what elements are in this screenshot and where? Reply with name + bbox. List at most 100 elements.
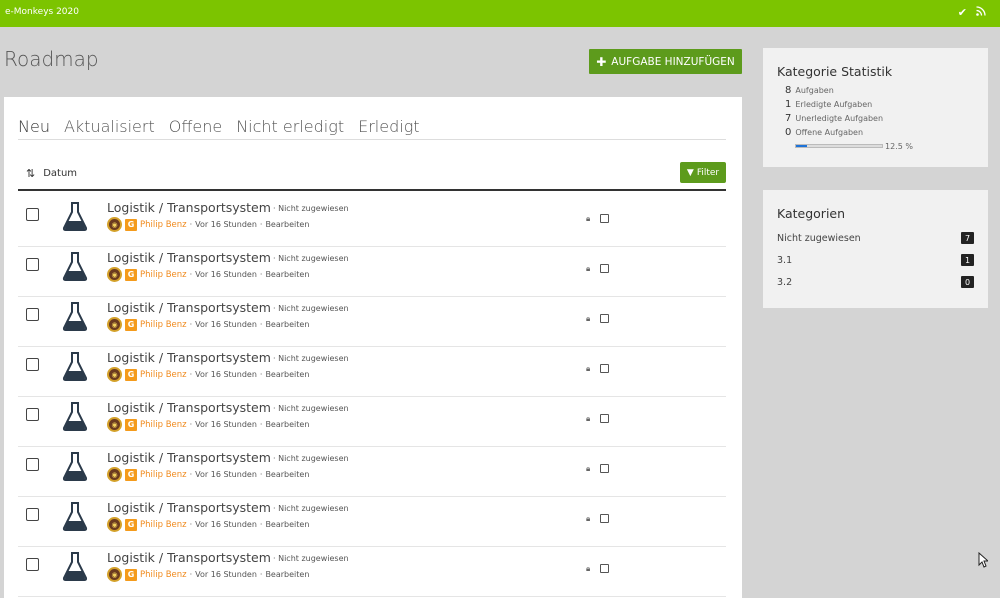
- assignment-text: Nicht zugewiesen: [278, 454, 349, 463]
- owl-badge-icon: ◉: [107, 367, 122, 382]
- task-user[interactable]: Philip Benz: [140, 470, 187, 480]
- task-user[interactable]: Philip Benz: [140, 420, 187, 430]
- task-checkbox[interactable]: [26, 258, 39, 271]
- separator-dot: ·: [189, 520, 193, 529]
- task-row[interactable]: Logistik / Transportsystem · Nicht zugewi…: [18, 497, 726, 547]
- lock-icon[interactable]: 🔒︎: [586, 214, 590, 224]
- lock-icon[interactable]: 🔒︎: [586, 564, 590, 574]
- task-checkbox[interactable]: [26, 408, 39, 421]
- owl-badge-icon: ◉: [107, 217, 122, 232]
- task-checkbox[interactable]: [26, 508, 39, 521]
- task-title[interactable]: Logistik / Transportsystem: [107, 250, 271, 265]
- task-row[interactable]: Logistik / Transportsystem · Nicht zugewi…: [18, 197, 726, 247]
- lock-icon[interactable]: 🔒︎: [586, 514, 590, 524]
- select-square-icon[interactable]: [600, 264, 609, 273]
- task-user[interactable]: Philip Benz: [140, 220, 187, 230]
- task-row[interactable]: Logistik / Transportsystem · Nicht zugewi…: [18, 397, 726, 447]
- task-title[interactable]: Logistik / Transportsystem: [107, 500, 271, 515]
- tab-aktualisiert[interactable]: Aktualisiert: [64, 117, 155, 136]
- select-square-icon[interactable]: [600, 414, 609, 423]
- task-row[interactable]: Logistik / Transportsystem · Nicht zugewi…: [18, 447, 726, 497]
- stat-value: 1: [785, 99, 792, 110]
- select-square-icon[interactable]: [600, 564, 609, 573]
- select-square-icon[interactable]: [600, 364, 609, 373]
- task-user[interactable]: Philip Benz: [140, 570, 187, 580]
- task-title[interactable]: Logistik / Transportsystem: [107, 400, 271, 415]
- flask-icon: [62, 401, 88, 431]
- task-title[interactable]: Logistik / Transportsystem: [107, 350, 271, 365]
- task-title[interactable]: Logistik / Transportsystem: [107, 450, 271, 465]
- task-user[interactable]: Philip Benz: [140, 270, 187, 280]
- task-user[interactable]: Philip Benz: [140, 320, 187, 330]
- check-icon[interactable]: ✔: [958, 6, 967, 19]
- task-checkbox[interactable]: [26, 208, 39, 221]
- tab-offene[interactable]: Offene: [169, 117, 222, 136]
- category-item[interactable]: 3.2 0: [777, 276, 974, 288]
- rss-icon[interactable]: [976, 6, 986, 19]
- lock-icon[interactable]: 🔒︎: [586, 364, 590, 374]
- task-meta: ◉ G Philip Benz · Vor 16 Stunden · Bearbeiten: [107, 417, 309, 432]
- stat-value: 8: [785, 85, 792, 96]
- flask-icon: [62, 251, 88, 281]
- task-title[interactable]: Logistik / Transportsystem: [107, 550, 271, 565]
- filter-button[interactable]: ▼ Filter: [680, 162, 726, 183]
- edit-link[interactable]: Bearbeiten: [265, 570, 309, 579]
- tab-neu[interactable]: Neu: [18, 117, 50, 136]
- select-square-icon[interactable]: [600, 214, 609, 223]
- category-item[interactable]: Nicht zugewiesen 7: [777, 232, 974, 244]
- select-square-icon[interactable]: [600, 314, 609, 323]
- sort-control[interactable]: ⇅ Datum: [26, 167, 77, 180]
- edit-link[interactable]: Bearbeiten: [265, 420, 309, 429]
- rank-badge: G: [125, 318, 137, 331]
- category-name: Nicht zugewiesen: [777, 232, 861, 244]
- tabs-divider: [18, 139, 726, 140]
- task-title[interactable]: Logistik / Transportsystem: [107, 200, 271, 215]
- task-row[interactable]: Logistik / Transportsystem · Nicht zugewi…: [18, 297, 726, 347]
- task-time: Vor 16 Stunden: [195, 220, 257, 229]
- task-row[interactable]: Logistik / Transportsystem · Nicht zugewi…: [18, 547, 726, 597]
- tab-erledigt[interactable]: Erledigt: [358, 117, 419, 136]
- lock-icon[interactable]: 🔒︎: [586, 414, 590, 424]
- category-item[interactable]: 3.1 1: [777, 254, 974, 266]
- brand-name[interactable]: e-Monkeys 2020: [5, 7, 79, 17]
- edit-link[interactable]: Bearbeiten: [265, 220, 309, 229]
- assignment-text: Nicht zugewiesen: [278, 204, 349, 213]
- separator-dot: ·: [189, 470, 193, 479]
- edit-link[interactable]: Bearbeiten: [265, 320, 309, 329]
- stat-label: Erledigte Aufgaben: [795, 100, 873, 109]
- separator-dot: ·: [259, 520, 263, 529]
- task-time: Vor 16 Stunden: [195, 370, 257, 379]
- assignment-text: Nicht zugewiesen: [278, 354, 349, 363]
- add-task-button[interactable]: ✚ AUFGABE HINZUFÜGEN: [589, 49, 742, 74]
- lock-icon[interactable]: 🔒︎: [586, 464, 590, 474]
- task-checkbox[interactable]: [26, 308, 39, 321]
- lock-icon[interactable]: 🔒︎: [586, 314, 590, 324]
- task-row[interactable]: Logistik / Transportsystem · Nicht zugewi…: [18, 347, 726, 397]
- task-checkbox[interactable]: [26, 558, 39, 571]
- task-user[interactable]: Philip Benz: [140, 520, 187, 530]
- assignment-text: Nicht zugewiesen: [278, 554, 349, 563]
- separator-dot: ·: [189, 320, 193, 329]
- tab-nicht-erledigt[interactable]: Nicht erledigt: [236, 117, 344, 136]
- separator-dot: ·: [189, 570, 193, 579]
- rank-badge: G: [125, 368, 137, 381]
- select-square-icon[interactable]: [600, 464, 609, 473]
- list-header-divider: [18, 189, 726, 191]
- task-title[interactable]: Logistik / Transportsystem: [107, 300, 271, 315]
- edit-link[interactable]: Bearbeiten: [265, 470, 309, 479]
- rank-badge: G: [125, 268, 137, 281]
- edit-link[interactable]: Bearbeiten: [265, 270, 309, 279]
- task-row[interactable]: Logistik / Transportsystem · Nicht zugewi…: [18, 247, 726, 297]
- edit-link[interactable]: Bearbeiten: [265, 370, 309, 379]
- task-checkbox[interactable]: [26, 458, 39, 471]
- edit-link[interactable]: Bearbeiten: [265, 520, 309, 529]
- task-user[interactable]: Philip Benz: [140, 370, 187, 380]
- task-checkbox[interactable]: [26, 358, 39, 371]
- select-square-icon[interactable]: [600, 514, 609, 523]
- rank-badge: G: [125, 418, 137, 431]
- sort-icon: ⇅: [26, 167, 36, 180]
- lock-icon[interactable]: 🔒︎: [586, 264, 590, 274]
- separator-dot: ·: [273, 354, 276, 363]
- separator-dot: ·: [259, 220, 263, 229]
- rank-badge: G: [125, 568, 137, 581]
